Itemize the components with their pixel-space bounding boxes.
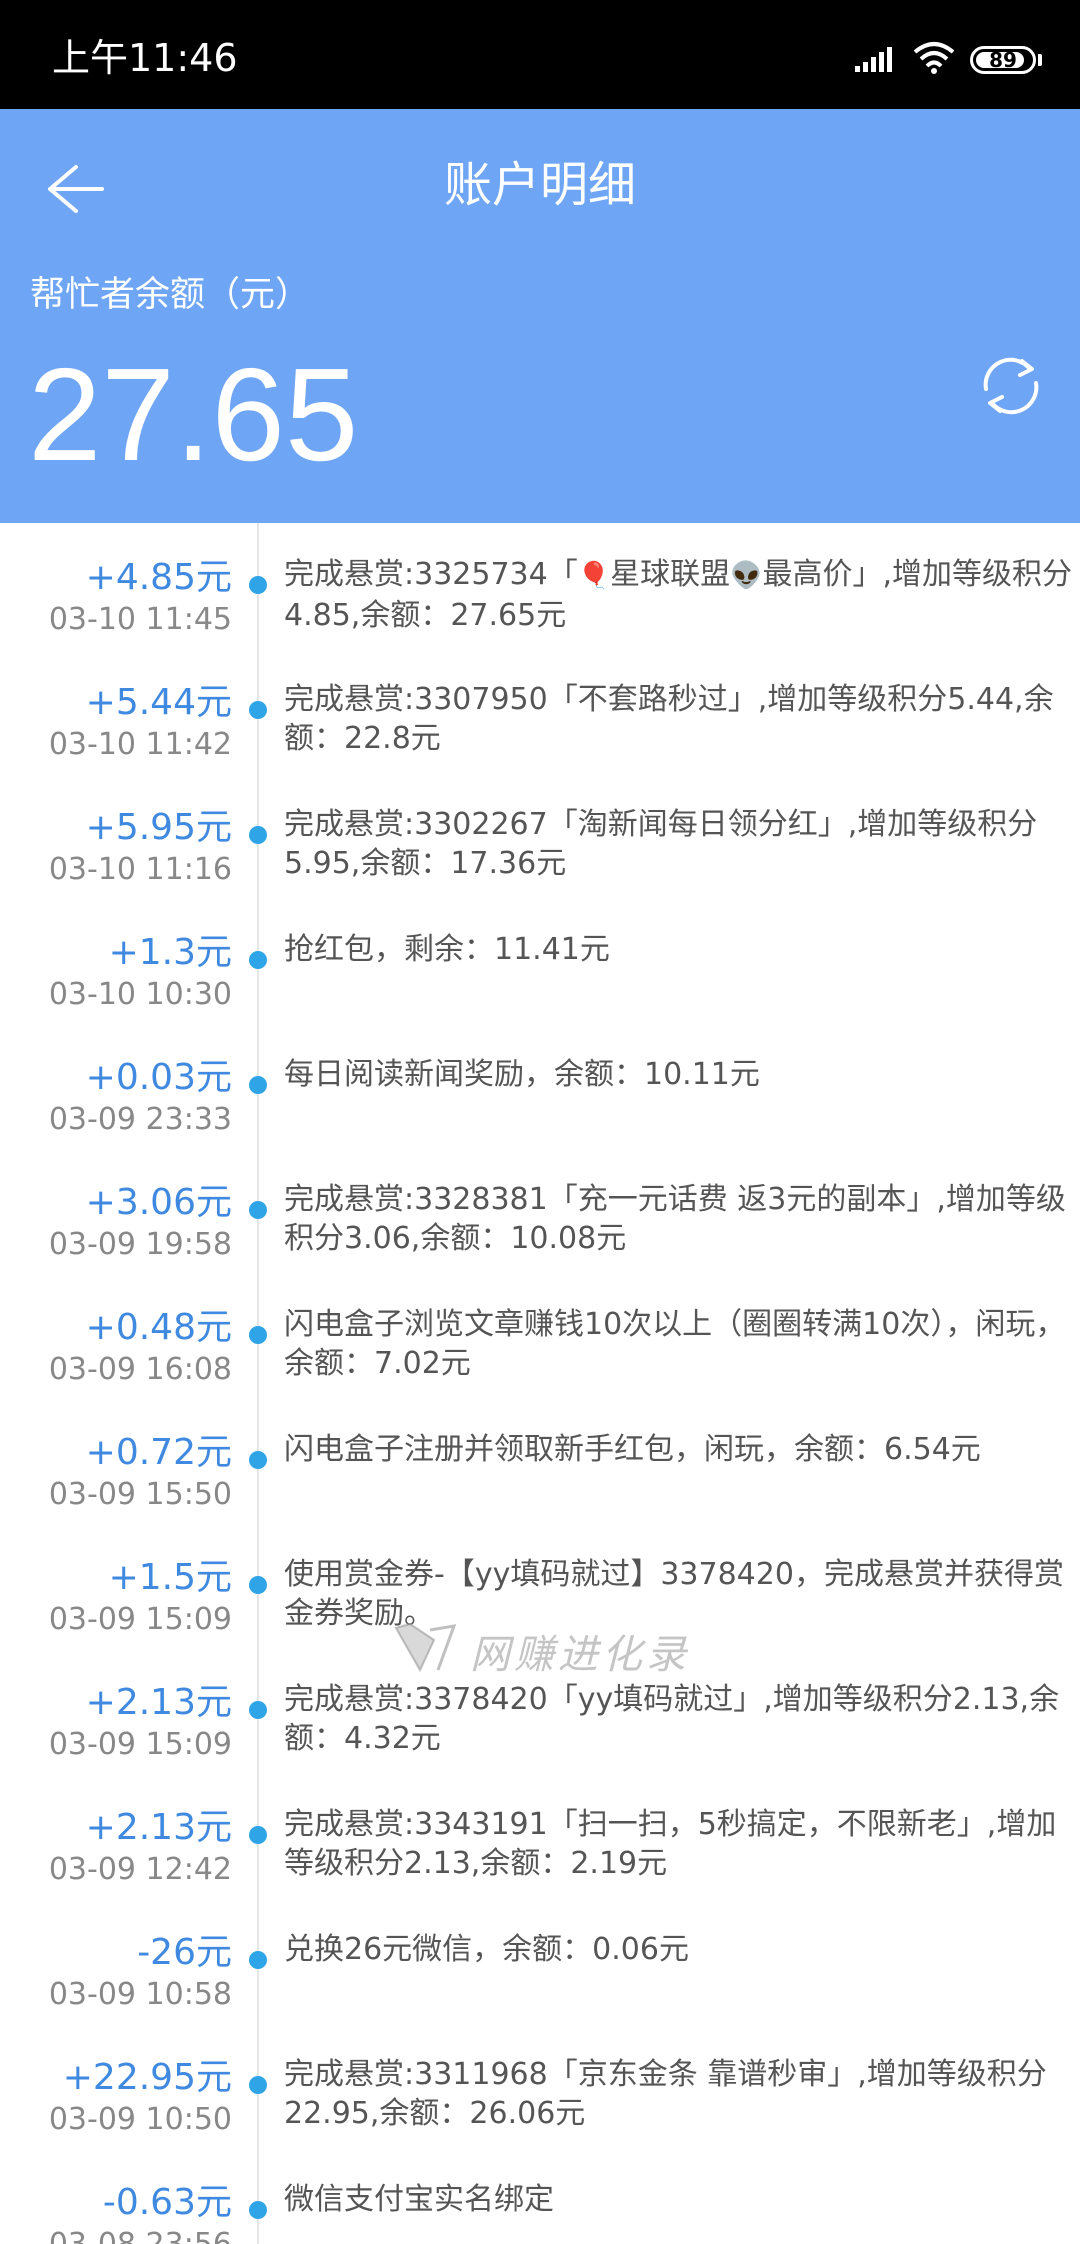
record-time: 03-09 16:08 xyxy=(48,1352,232,1387)
battery-tip xyxy=(1038,54,1042,66)
record-item: +5.44元 03-10 11:42 完成悬赏:3307950「不套路秒过」,增… xyxy=(0,648,1080,773)
record-item: +4.85元 03-10 11:45 完成悬赏:3325734「🎈星球联盟👽最高… xyxy=(0,523,1080,648)
balloon-emoji-icon: 🎈 xyxy=(577,561,611,591)
record-description: 闪电盒子注册并领取新手红包，闲玩，余额：6.54元 xyxy=(284,1432,981,1467)
timeline-dot xyxy=(249,1951,267,1969)
record-time: 03-09 15:09 xyxy=(48,1727,232,1762)
record-time: 03-09 10:58 xyxy=(48,1977,232,2012)
timeline-dot xyxy=(249,576,267,594)
record-amount: +0.72元 xyxy=(85,1432,232,1473)
record-description: 每日阅读新闻奖励，余额：10.11元 xyxy=(284,1057,760,1092)
battery-level: 89 xyxy=(989,48,1017,72)
timeline-dot xyxy=(249,1826,267,1844)
record-time: 03-09 23:33 xyxy=(48,1102,232,1137)
record-amount: +4.85元 xyxy=(85,557,232,598)
watermark-logo-icon xyxy=(394,1622,457,1673)
record-amount: +0.48元 xyxy=(85,1307,232,1348)
status-bar: 上午11:46 89 xyxy=(0,0,1080,109)
record-amount: +0.03元 xyxy=(85,1057,232,1098)
timeline-dot xyxy=(249,826,267,844)
record-time: 03-10 11:42 xyxy=(48,727,232,762)
record-description: 完成悬赏:3311968「京东金条 靠谱秒审」,增加等级积分22.95,余额：2… xyxy=(284,2057,1047,2131)
record-description: 完成悬赏:3328381「充一元话费 返3元的副本」,增加等级积分3.06,余额… xyxy=(284,1182,1066,1256)
record-amount: -26元 xyxy=(137,1932,232,1973)
record-amount: +3.06元 xyxy=(85,1182,232,1223)
record-amount: +2.13元 xyxy=(85,1807,232,1848)
alien-emoji-icon: 👽 xyxy=(730,561,763,591)
timeline-dot xyxy=(249,1326,267,1344)
timeline-dot xyxy=(249,1076,267,1094)
record-item: +0.48元 03-09 16:08 闪电盒子浏览文章赚钱10次以上（圈圈转满1… xyxy=(0,1273,1080,1398)
watermark-text: 网赚进化录 xyxy=(470,1632,690,1678)
record-item: +2.13元 03-09 12:42 完成悬赏:3343191「扫一扫，5秒搞定… xyxy=(0,1773,1080,1898)
record-amount: +22.95元 xyxy=(62,2057,232,2098)
record-time: 03-09 19:58 xyxy=(48,1227,232,1262)
watermark: 网赚进化录 xyxy=(390,1618,690,1678)
timeline-dot xyxy=(249,2201,267,2219)
record-item: -0.63元 03-08 23:56 微信支付宝实名绑定 xyxy=(0,2148,1080,2244)
record-time: 03-09 15:50 xyxy=(48,1477,232,1512)
battery-icon: 89 xyxy=(970,46,1036,74)
timeline-dot xyxy=(249,701,267,719)
record-item: +1.3元 03-10 10:30 抢红包，剩余：11.41元 xyxy=(0,898,1080,1023)
wifi-icon xyxy=(913,42,955,74)
timeline-dot xyxy=(249,1576,267,1594)
record-item: +3.06元 03-09 19:58 完成悬赏:3328381「充一元话费 返3… xyxy=(0,1148,1080,1273)
timeline-dot xyxy=(249,2076,267,2094)
record-description: 完成悬赏:3307950「不套路秒过」,增加等级积分5.44,余额：22.8元 xyxy=(284,682,1054,756)
record-description: 兑换26元微信，余额：0.06元 xyxy=(284,1932,689,1967)
record-list: +4.85元 03-10 11:45 完成悬赏:3325734「🎈星球联盟👽最高… xyxy=(0,523,1080,2244)
record-description: 微信支付宝实名绑定 xyxy=(284,2182,554,2217)
page-title: 账户明细 xyxy=(443,157,636,213)
record-description: 完成悬赏:3343191「扫一扫，5秒搞定，不限新老」,增加等级积分2.13,余… xyxy=(284,1807,1057,1881)
balance-label: 帮忙者余额（元） xyxy=(30,275,311,315)
refresh-icon xyxy=(983,357,1039,415)
signal-icon xyxy=(855,47,892,72)
record-description: 闪电盒子浏览文章赚钱10次以上（圈圈转满10次），闲玩，余额：7.02元 xyxy=(284,1307,1066,1381)
record-time: 03-10 11:45 xyxy=(48,602,232,637)
record-time: 03-09 15:09 xyxy=(48,1602,232,1637)
record-time: 03-10 11:16 xyxy=(48,852,232,887)
timeline-dot xyxy=(249,1701,267,1719)
status-time: 上午11:46 xyxy=(52,36,238,80)
record-time: 03-09 10:50 xyxy=(48,2102,232,2137)
record-description: 完成悬赏:3302267「淘新闻每日领分红」,增加等级积分5.95,余额：17.… xyxy=(284,807,1038,881)
record-amount: +5.95元 xyxy=(85,807,232,848)
header: 账户明细 帮忙者余额（元） 27.65 xyxy=(0,109,1080,523)
record-amount: +5.44元 xyxy=(85,682,232,723)
record-description: 完成悬赏:3378420「yy填码就过」,增加等级积分2.13,余额：4.32元 xyxy=(284,1682,1060,1756)
record-description: 抢红包，剩余：11.41元 xyxy=(284,932,610,967)
record-item: +0.72元 03-09 15:50 闪电盒子注册并领取新手红包，闲玩，余额：6… xyxy=(0,1398,1080,1523)
timeline-dot xyxy=(249,951,267,969)
record-time: 03-08 23:56 xyxy=(49,2226,232,2244)
record-item: -26元 03-09 10:58 兑换26元微信，余额：0.06元 xyxy=(0,1898,1080,2023)
record-item: +22.95元 03-09 10:50 完成悬赏:3311968「京东金条 靠谱… xyxy=(0,2023,1080,2148)
record-item: +5.95元 03-10 11:16 完成悬赏:3302267「淘新闻每日领分红… xyxy=(0,773,1080,898)
record-amount: +1.3元 xyxy=(108,932,232,973)
timeline-dot xyxy=(249,1451,267,1469)
timeline-dot xyxy=(249,1201,267,1219)
refresh-button[interactable] xyxy=(974,349,1048,423)
record-amount: +2.13元 xyxy=(85,1682,232,1723)
record-description: 完成悬赏:3325734「🎈星球联盟👽最高价」,增加等级积分4.85,余额：27… xyxy=(284,557,1073,633)
record-time: 03-09 12:42 xyxy=(48,1852,232,1887)
record-amount: +1.5元 xyxy=(108,1557,232,1598)
record-time: 03-10 10:30 xyxy=(48,977,232,1012)
record-amount: -0.63元 xyxy=(102,2182,232,2223)
record-item: +0.03元 03-09 23:33 每日阅读新闻奖励，余额：10.11元 xyxy=(0,1023,1080,1148)
balance-value: 27.65 xyxy=(28,341,359,488)
